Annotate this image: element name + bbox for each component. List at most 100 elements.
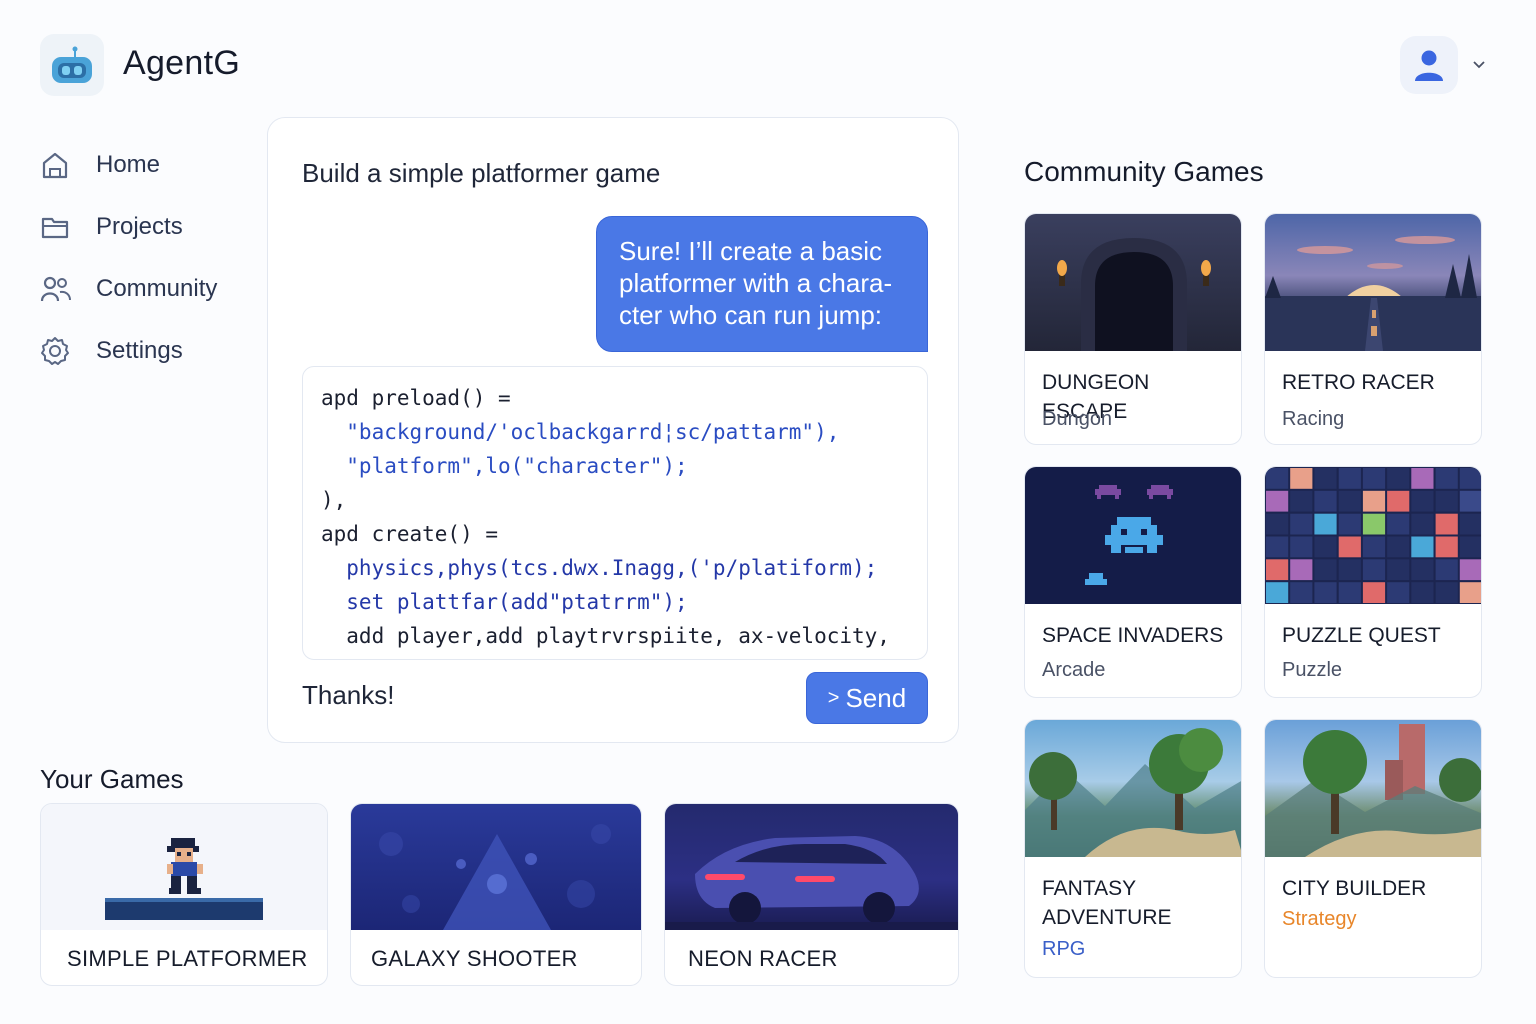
puzzle-tile	[1266, 536, 1289, 558]
puzzle-tile	[1314, 513, 1337, 535]
robot-logo-icon	[52, 46, 92, 83]
game-name: SPACE INVADERS	[1042, 624, 1224, 647]
puzzle-tile	[1290, 513, 1313, 535]
puzzle-tile	[1387, 559, 1410, 581]
puzzle-tile	[1338, 468, 1361, 489]
puzzle-tile	[1290, 582, 1313, 603]
game-thumbnail	[1025, 720, 1241, 857]
puzzle-tile	[1314, 559, 1337, 581]
puzzle-tile	[1338, 490, 1361, 512]
sidebar-item-label: Community	[96, 275, 218, 302]
puzzle-tile	[1411, 490, 1434, 512]
game-thumbnail	[1265, 467, 1481, 604]
code-block[interactable]: apd preload() = "background/'oclbackgarr…	[302, 366, 928, 660]
puzzle-tile	[1266, 582, 1289, 603]
game-thumbnail	[1265, 214, 1481, 351]
home-icon	[40, 148, 74, 182]
send-button[interactable]: > Send	[806, 672, 928, 724]
puzzle-tile	[1435, 559, 1458, 581]
puzzle-tile	[1435, 582, 1458, 603]
app-logo[interactable]	[40, 34, 104, 96]
puzzle-tile	[1459, 559, 1481, 581]
code-line: add player,add playtrvrspiite, ax-veloci…	[321, 624, 890, 648]
puzzle-tile	[1411, 536, 1434, 558]
sidebar-item-label: Projects	[96, 213, 183, 240]
puzzle-tile	[1411, 468, 1434, 489]
puzzle-tile	[1290, 468, 1313, 489]
sidebar-item-label: Home	[96, 151, 161, 178]
send-button-label: Send	[845, 682, 907, 713]
sidebar-item-community[interactable]: Community	[40, 269, 250, 309]
game-genre: Strategy	[1282, 908, 1357, 930]
community-game-card[interactable]: RETRO RACER Racing	[1264, 213, 1482, 445]
puzzle-tile	[1362, 536, 1386, 558]
puzzle-tile	[1387, 536, 1410, 558]
puzzle-tile	[1266, 513, 1289, 535]
gear-icon	[40, 334, 74, 368]
game-name: PUZZLE QUEST	[1282, 624, 1441, 647]
community-game-card[interactable]: DUNGEON ESCAPE Dungon	[1024, 213, 1242, 445]
game-thumbnail	[665, 804, 958, 930]
puzzle-tile	[1314, 468, 1337, 489]
puzzle-tile	[1459, 490, 1481, 512]
code-line: apd create() =	[321, 522, 499, 546]
puzzle-tile	[1266, 468, 1289, 489]
puzzle-tile	[1314, 536, 1337, 558]
puzzle-tile	[1338, 582, 1361, 603]
chevron-right-icon: >	[827, 686, 840, 709]
game-name: RETRO RACER	[1282, 371, 1435, 394]
user-avatar-button[interactable]	[1400, 36, 1458, 94]
code-line: "background/'oclbackgarrd¦sc/pattarm"),	[321, 420, 840, 444]
game-genre: Racing	[1282, 408, 1345, 430]
reply-line: platformer with a chara-	[619, 268, 893, 298]
puzzle-tile	[1314, 490, 1337, 512]
puzzle-tile	[1459, 536, 1481, 558]
puzzle-tile	[1459, 468, 1481, 489]
game-name: CITY BUILDER	[1282, 877, 1427, 900]
puzzle-tile	[1362, 468, 1386, 489]
sidebar-nav: Home Projects Community Settings	[40, 145, 250, 393]
game-thumbnail	[1265, 720, 1481, 857]
puzzle-tile	[1459, 582, 1481, 603]
sidebar-item-projects[interactable]: Projects	[40, 207, 250, 247]
code-line: physics,phys(tcs.dwx.Inagg,('p/platiform…	[321, 556, 878, 580]
puzzle-tile	[1435, 536, 1458, 558]
puzzle-tile	[1362, 582, 1386, 603]
game-name: NEON RACER	[688, 946, 838, 971]
community-game-card[interactable]: CITY BUILDER Strategy	[1264, 719, 1482, 978]
puzzle-tile	[1459, 513, 1481, 535]
sidebar-item-home[interactable]: Home	[40, 145, 250, 185]
message-input[interactable]: Thanks!	[302, 680, 395, 711]
your-game-card[interactable]: GALAXY SHOOTER	[350, 803, 642, 986]
community-games-heading: Community Games	[1024, 156, 1264, 187]
user-prompt-message: Build a simple platformer game	[302, 158, 661, 188]
community-game-card[interactable]: SPACE INVADERS Arcade	[1024, 466, 1242, 698]
puzzle-tile	[1435, 490, 1458, 512]
your-game-card[interactable]: NEON RACER	[664, 803, 959, 986]
app-title: AgentG	[123, 44, 241, 82]
puzzle-tile	[1387, 490, 1410, 512]
puzzle-tile	[1362, 513, 1386, 535]
community-game-card[interactable]: PUZZLE QUEST Puzzle	[1264, 466, 1482, 698]
community-game-card[interactable]: FANTASY ADVENTURE RPG	[1024, 719, 1242, 978]
puzzle-tile	[1266, 559, 1289, 581]
reply-line: Sure! I’ll create a basic	[619, 236, 883, 266]
your-game-card[interactable]: SIMPLE PLATFORMER	[40, 803, 328, 986]
puzzle-tile	[1266, 490, 1289, 512]
account-menu-chevron-down-icon[interactable]	[1470, 56, 1488, 74]
game-name: SIMPLE PLATFORMER	[67, 946, 308, 971]
puzzle-tile	[1387, 513, 1410, 535]
puzzle-tile	[1387, 468, 1410, 489]
game-thumbnail	[351, 804, 641, 930]
game-genre: Puzzle	[1282, 659, 1343, 681]
game-name: GALAXY SHOOTER	[371, 946, 578, 971]
game-genre: Dungon	[1042, 408, 1113, 430]
sidebar-item-settings[interactable]: Settings	[40, 331, 250, 371]
code-line: set plattfar(add"ptatrrm");	[321, 590, 688, 614]
puzzle-grid-art	[1266, 468, 1481, 603]
sidebar-item-label: Settings	[96, 337, 183, 364]
puzzle-tile	[1411, 559, 1434, 581]
folder-icon	[40, 210, 74, 244]
your-games-heading: Your Games	[40, 764, 184, 794]
game-genre: Arcade	[1042, 659, 1106, 681]
